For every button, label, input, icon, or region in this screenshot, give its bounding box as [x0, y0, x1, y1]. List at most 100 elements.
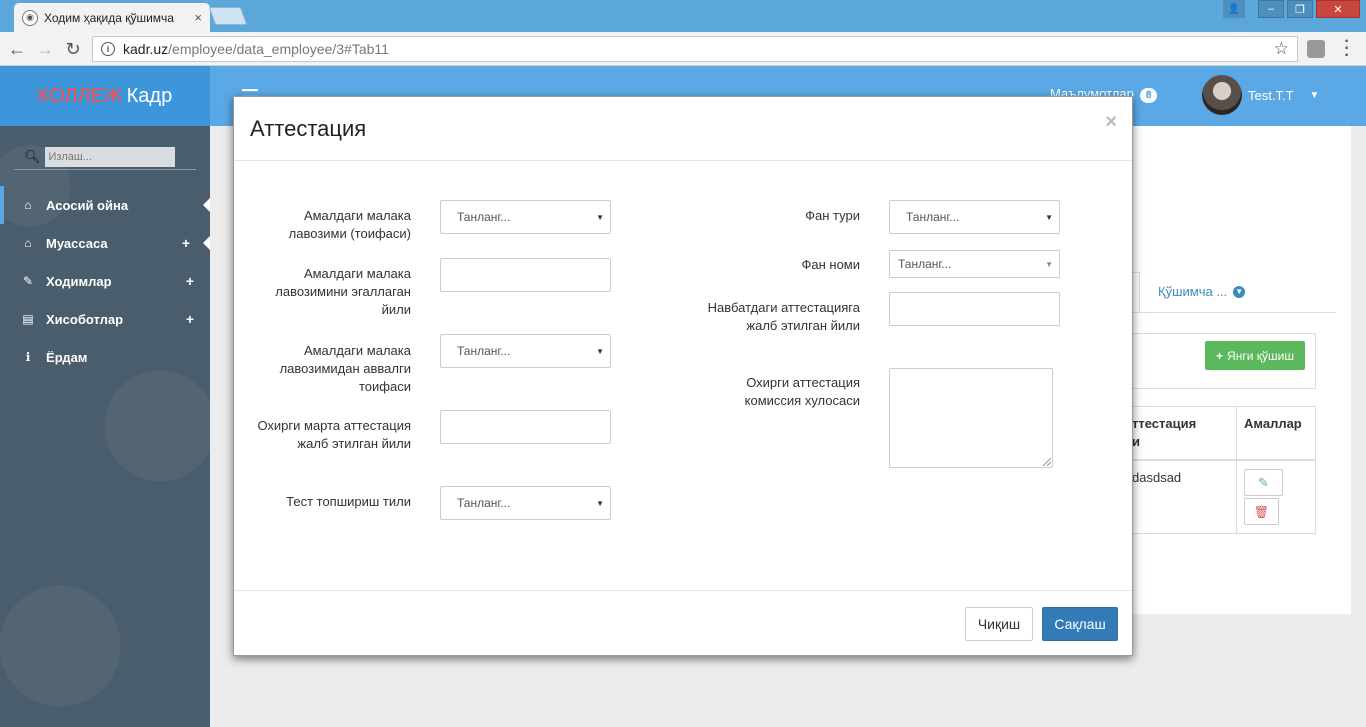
plus-icon: + — [185, 311, 194, 327]
last-attestation-year-label: Охирги марта аттестация жалб этилган йил… — [257, 418, 411, 451]
caret-down-icon: ▼ — [596, 498, 604, 508]
caret-down-icon: ▼ — [1045, 259, 1053, 269]
test-language-label: Тест топшириш тили — [286, 494, 411, 509]
column-header-attestation: ттестация — [1132, 416, 1197, 431]
year-obtained-input[interactable] — [440, 258, 611, 292]
search-icon: 🔍︎ — [24, 148, 41, 164]
current-qualification-label: Амалдаги малака лавозими (тоифаси) — [288, 208, 411, 241]
table-header-divider — [1132, 459, 1316, 461]
test-language-select[interactable]: Танланг... ▼ — [440, 486, 611, 520]
sidebar-item-label: Ходимлар — [46, 273, 112, 289]
caret-down-icon: ▼ — [596, 212, 604, 222]
table-divider — [1236, 406, 1237, 534]
sidebar-item-home[interactable]: ⌂ Асосий ойна — [0, 186, 210, 224]
notifications-badge: 8 — [1139, 88, 1158, 103]
subject-name-select[interactable]: Танланг... ▼ — [889, 250, 1060, 278]
browser-tab-title: Ходим ҳақида қўшимча — [44, 10, 174, 25]
sidebar-item-label: Муассаса — [46, 235, 108, 251]
sidebar-item-employees[interactable]: ✎ Ходимлар + — [0, 262, 210, 300]
sidebar-item-institution[interactable]: ⌂ Муассаса + — [0, 224, 210, 262]
save-button[interactable]: Сақлаш — [1042, 607, 1118, 641]
next-attestation-input[interactable] — [889, 292, 1060, 326]
close-icon[interactable]: × — [1105, 111, 1117, 134]
browser-tab[interactable]: ◉ Ходим ҳақида қўшимча × — [14, 3, 210, 32]
sidebar-item-reports[interactable]: ▤ Хисоботлар + — [0, 300, 210, 338]
browser-menu-icon[interactable]: · · · — [1342, 34, 1352, 64]
next-attestation-label: Навбатдаги аттестацияга жалб этилган йил… — [707, 300, 860, 333]
caret-down-icon: ▼ — [1309, 89, 1320, 101]
select-value: Танланг... — [898, 257, 952, 271]
select-value: Танланг... — [906, 210, 960, 224]
table-cell: dasdsad — [1132, 470, 1182, 485]
forward-icon[interactable]: → — [34, 38, 56, 60]
tab-close-icon[interactable]: × — [194, 10, 202, 25]
sidebar-item-label: Асосий ойна — [46, 197, 129, 213]
home-icon: ⌂ — [24, 236, 32, 250]
logo-white-text: Кадр — [126, 84, 173, 107]
sidebar-search: 🔍︎ — [14, 144, 196, 170]
logo-red-text: КОЛЛЕЖ — [37, 84, 123, 107]
subject-type-label: Фан тури — [805, 208, 860, 223]
subject-type-select[interactable]: Танланг... ▼ — [889, 200, 1060, 234]
reload-icon[interactable]: ↻ — [62, 38, 84, 60]
year-obtained-label: Амалдаги малака лавозимини эгаллаган йил… — [275, 266, 411, 317]
previous-qualification-select[interactable]: Танланг... ▼ — [440, 334, 611, 368]
sidebar: 🔍︎ ⌂ Асосий ойна ⌂ Муассаса + ✎ Ходимлар… — [0, 126, 210, 727]
site-info-icon[interactable]: i — [101, 42, 115, 56]
address-bar: ← → ↻ i kadr.uz/employee/data_employee/3… — [0, 32, 1366, 66]
resize-handle-icon[interactable] — [1043, 458, 1051, 466]
subject-name-label: Фан номи — [801, 257, 860, 272]
caret-down-icon: ▼ — [1045, 212, 1053, 222]
cancel-button[interactable]: Чиқиш — [965, 607, 1033, 641]
table-icon: ▤ — [22, 312, 34, 326]
tab-more-label: Қўшимча ... — [1158, 284, 1228, 299]
extension-icon[interactable] — [1307, 40, 1325, 58]
add-new-label: Янги қўшиш — [1227, 348, 1294, 363]
tab-more[interactable]: Қўшимча ... ▼ — [1158, 284, 1246, 299]
trash-icon: 🗑︎ — [1253, 504, 1270, 519]
chevron-down-icon: ▼ — [1233, 285, 1246, 298]
select-value: Танланг... — [457, 344, 511, 358]
user-name: Test.T.T — [1248, 87, 1294, 103]
active-arrow — [203, 198, 210, 212]
info-icon: ℹ — [25, 350, 31, 364]
delete-button[interactable]: 🗑︎ — [1244, 498, 1279, 525]
modal-header: Аттестация × — [234, 97, 1132, 161]
last-commission-textarea[interactable] — [889, 368, 1053, 468]
tab-active[interactable] — [1132, 272, 1140, 312]
column-header-attestation-2: и — [1132, 434, 1140, 449]
attestation-modal: Аттестация × Амалдаги малака лавозими (т… — [233, 96, 1133, 656]
tab-underline — [1132, 312, 1336, 313]
sidebar-item-help[interactable]: ℹ Ёрдам — [0, 338, 210, 376]
minimize-button[interactable]: – — [1258, 0, 1284, 18]
add-new-button[interactable]: + Янги қўшиш — [1205, 341, 1305, 370]
current-qualification-select[interactable]: Танланг... ▼ — [440, 200, 611, 234]
window-controls: 👤 – ❐ ✕ — [1223, 0, 1360, 18]
home-icon: ⌂ — [24, 198, 32, 212]
user-menu[interactable]: Test.T.T ▼ — [1202, 75, 1319, 115]
plus-icon: + — [181, 235, 190, 251]
search-input[interactable] — [44, 146, 175, 167]
active-arrow — [203, 236, 210, 250]
window-close-button[interactable]: ✕ — [1316, 0, 1360, 18]
bookmark-star-icon[interactable]: ☆ — [1274, 39, 1289, 59]
url-path: /employee/data_employee/3#Tab11 — [168, 41, 389, 57]
browser-tab-strip: ◉ Ходим ҳақида қўшимча × 👤 – ❐ ✕ — [0, 0, 1366, 32]
url-host: kadr.uz — [123, 41, 169, 57]
logo[interactable]: КОЛЛЕЖ Кадр — [0, 66, 210, 126]
profile-icon[interactable]: 👤 — [1223, 0, 1245, 18]
plus-icon: + — [1216, 348, 1224, 363]
restore-button[interactable]: ❐ — [1287, 0, 1313, 18]
edit-button[interactable]: ✎ — [1244, 469, 1283, 496]
plus-icon: + — [185, 273, 194, 289]
new-tab-button[interactable] — [208, 7, 248, 25]
last-commission-label: Охирги аттестация комиссия хулосаси — [744, 375, 860, 408]
edit-icon: ✎ — [1258, 474, 1269, 490]
url-field[interactable]: i kadr.uz/employee/data_employee/3#Tab11… — [92, 36, 1298, 62]
caret-down-icon: ▼ — [596, 346, 604, 356]
select-value: Танланг... — [457, 496, 511, 510]
last-attestation-year-input[interactable] — [440, 410, 611, 444]
edit-icon: ✎ — [22, 274, 34, 288]
back-icon[interactable]: ← — [6, 38, 28, 60]
column-header-actions: Амаллар — [1244, 416, 1302, 431]
